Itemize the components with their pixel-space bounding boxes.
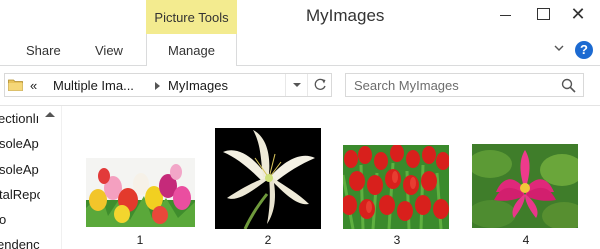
address-bar[interactable]: « Multiple Ima... MyImages — [4, 73, 332, 97]
minimize-button[interactable] — [494, 6, 518, 24]
file-item-2-label[interactable]: 2 — [258, 233, 278, 247]
search-icon[interactable] — [561, 78, 576, 93]
tab-manage[interactable]: Manage — [146, 34, 237, 67]
scroll-up-icon[interactable] — [45, 112, 55, 117]
tulips-thumbnail-icon — [86, 158, 195, 227]
picture-tools-context-header: Picture Tools — [146, 0, 237, 34]
tab-share[interactable]: Share — [26, 43, 61, 58]
breadcrumb-separator-icon[interactable] — [155, 82, 160, 90]
lily-thumbnail-icon — [215, 128, 321, 229]
search-box[interactable] — [345, 73, 584, 97]
nav-item[interactable]: soleAp — [0, 136, 39, 151]
file-item-3[interactable] — [343, 145, 449, 229]
context-tab-group-label: Picture Tools — [154, 10, 229, 25]
nav-item[interactable]: endenc — [0, 237, 40, 249]
file-item-2[interactable] — [215, 128, 321, 229]
folder-icon — [8, 79, 23, 91]
tab-view[interactable]: View — [95, 43, 123, 58]
ribbon-tab-bar: Share View — [0, 34, 600, 66]
refresh-button[interactable] — [307, 74, 331, 96]
tab-manage-label: Manage — [168, 43, 215, 58]
maximize-button[interactable] — [531, 6, 555, 24]
window-title: MyImages — [306, 6, 385, 25]
file-item-4-label[interactable]: 4 — [516, 233, 536, 247]
file-list: 1 2 3 4 — [62, 106, 600, 249]
help-icon[interactable]: ? — [575, 41, 593, 59]
breadcrumb-item-myimages[interactable]: MyImages — [168, 78, 228, 93]
lotus-thumbnail-icon — [472, 144, 578, 228]
expand-ribbon-chevron-icon[interactable] — [553, 42, 565, 54]
file-item-1-label[interactable]: 1 — [130, 233, 150, 247]
address-bar-row: « Multiple Ima... MyImages — [0, 66, 600, 106]
file-item-1[interactable] — [86, 158, 195, 227]
file-item-4[interactable] — [472, 144, 578, 228]
nav-pane-scrollbar[interactable] — [40, 106, 60, 249]
breadcrumb-overflow[interactable]: « — [30, 78, 37, 93]
nav-item[interactable]: soleAp — [0, 162, 39, 177]
red-tulips-thumbnail-icon — [343, 145, 449, 229]
breadcrumb-item-multiple-images[interactable]: Multiple Ima... — [53, 78, 134, 93]
file-item-3-label[interactable]: 3 — [387, 233, 407, 247]
nav-item[interactable]: ectionlı — [0, 111, 39, 126]
nav-item[interactable]: o — [0, 212, 6, 227]
search-input[interactable] — [354, 76, 554, 94]
nav-item[interactable]: talRepo — [0, 187, 44, 202]
close-button[interactable]: ✕ — [566, 5, 590, 24]
address-history-dropdown[interactable] — [285, 74, 307, 96]
refresh-icon — [314, 78, 326, 90]
